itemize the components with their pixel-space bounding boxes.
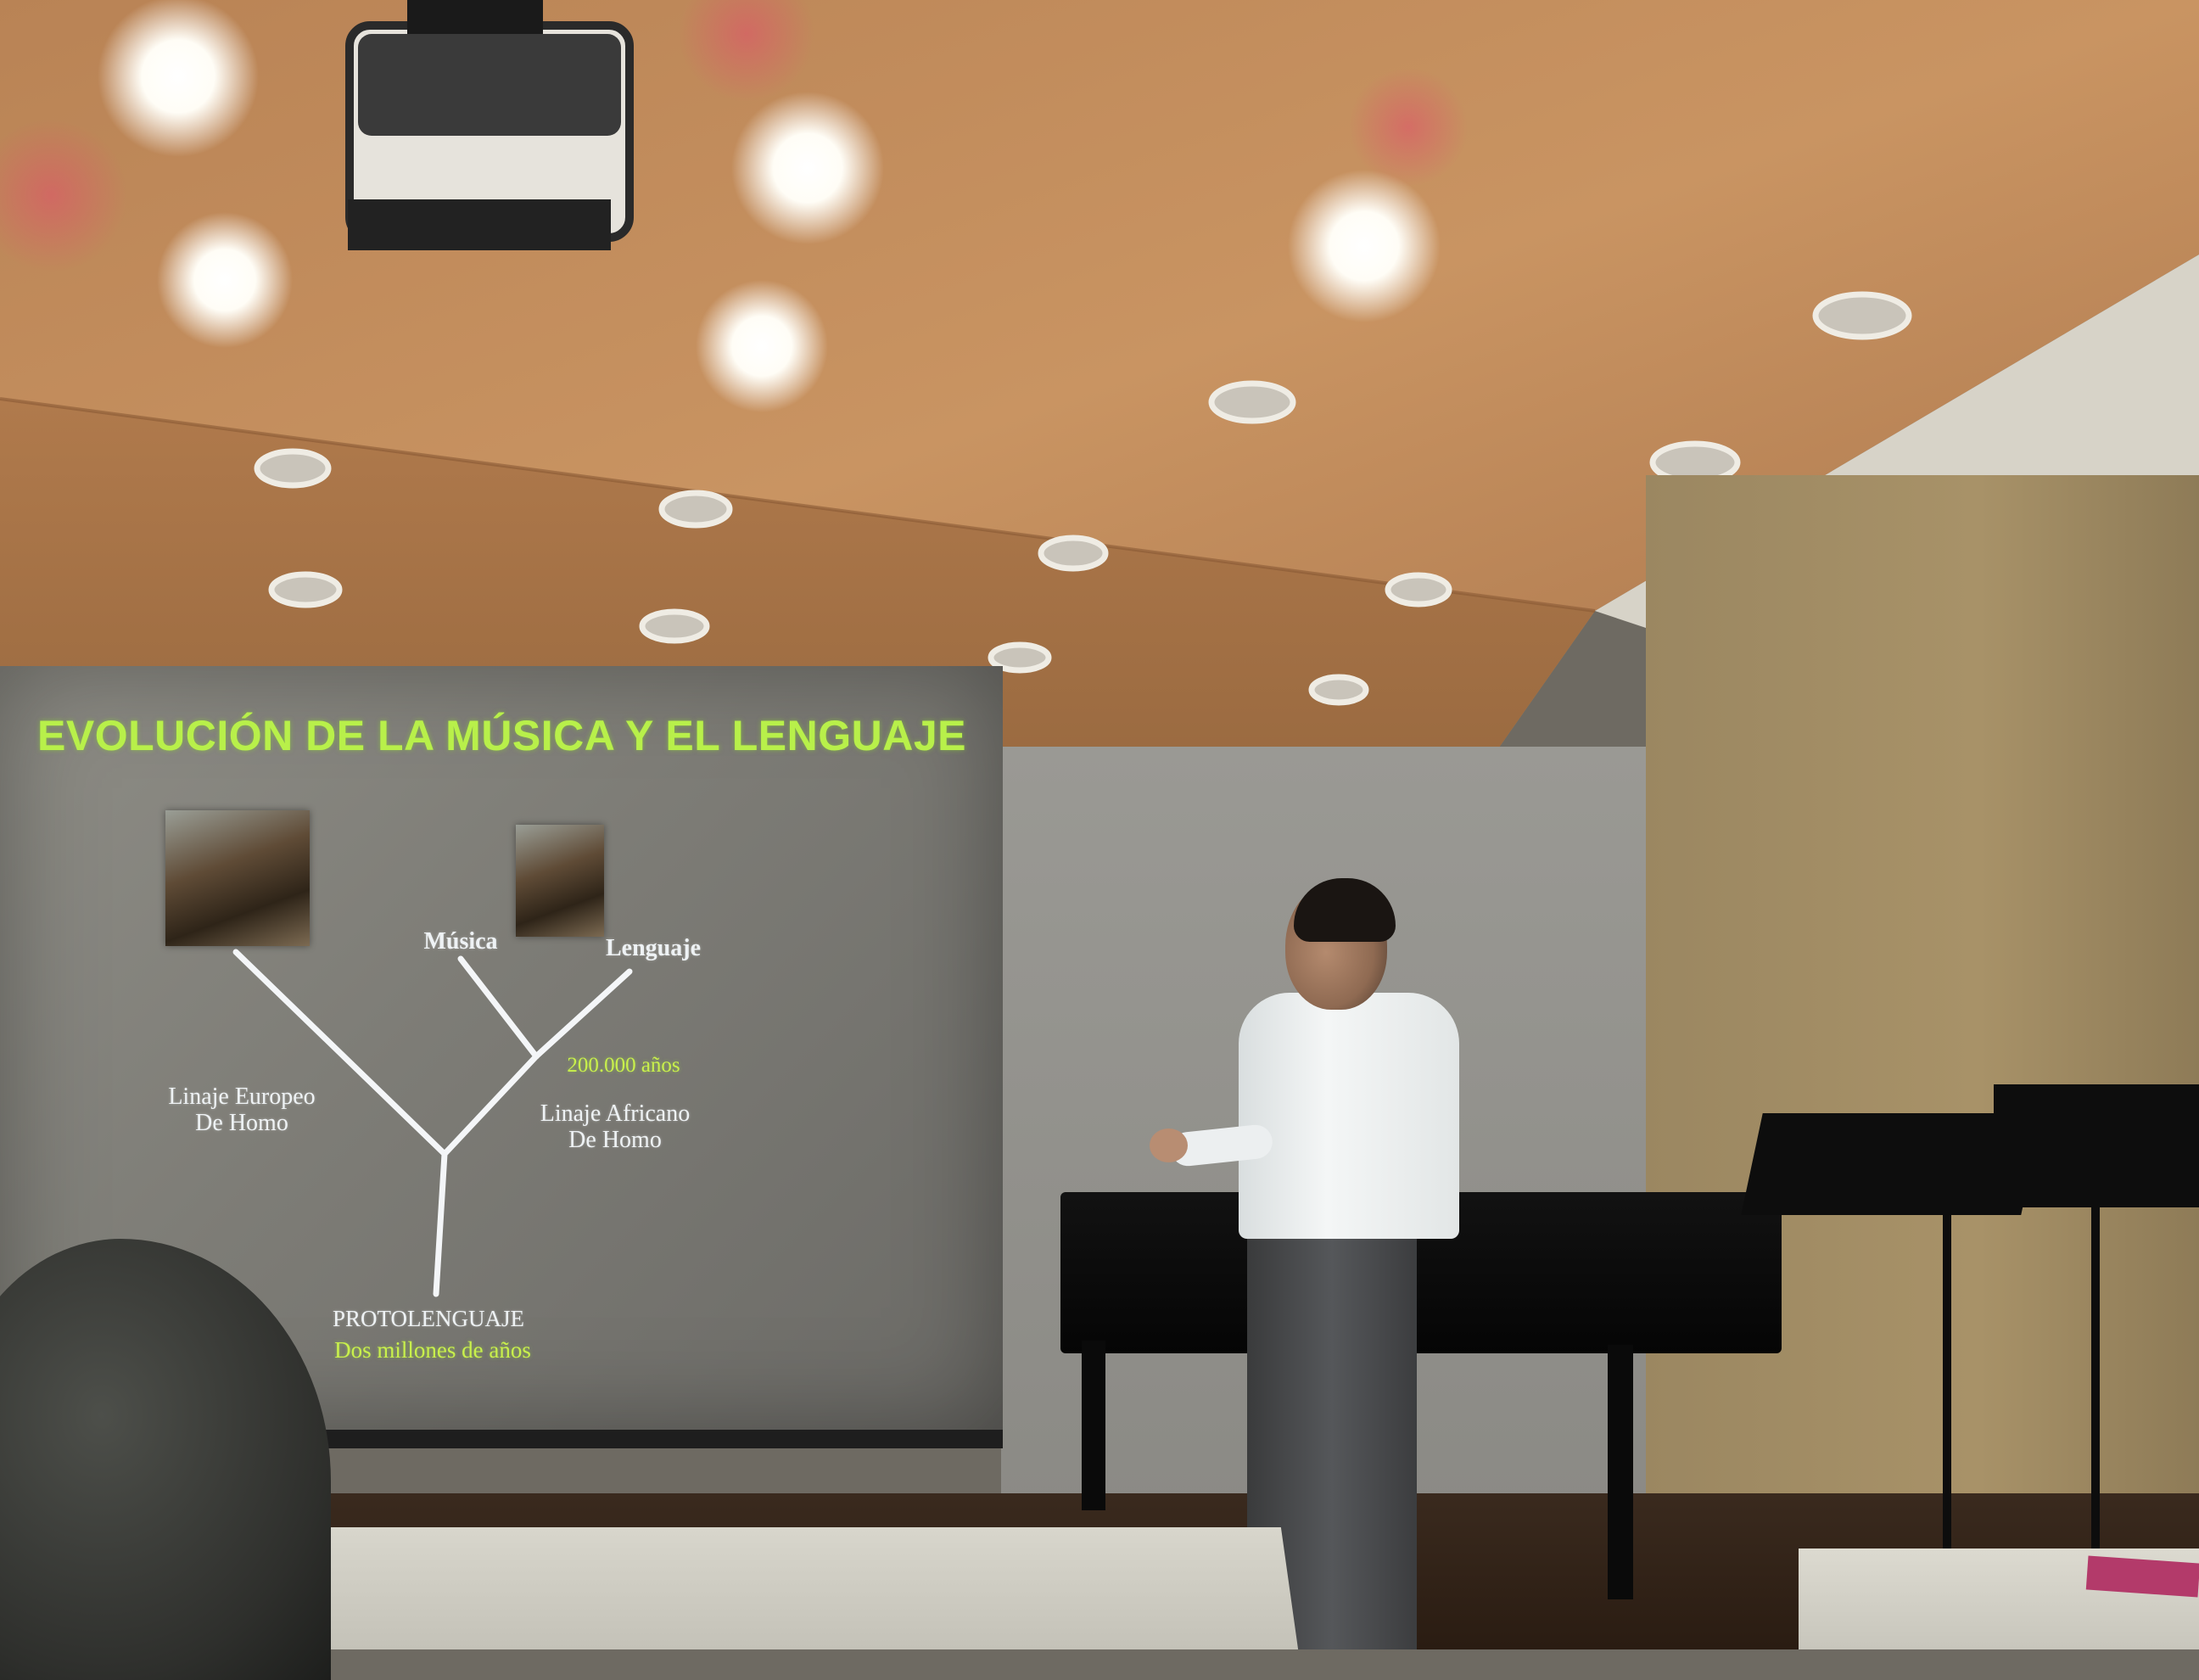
evolution-tree-diagram <box>232 949 633 1297</box>
label-200000-anos: 200.000 años <box>567 1054 680 1077</box>
speaker-shirt <box>1239 993 1459 1239</box>
label-musica: Música <box>423 928 498 955</box>
speaker-hand <box>1150 1128 1188 1162</box>
music-stand-pole <box>2091 1205 2100 1553</box>
wood-panel-wall <box>1646 475 2199 1649</box>
piano-leg <box>1608 1345 1633 1599</box>
label-linaje-europeo-line1: Linaje Europeo <box>168 1084 316 1110</box>
label-lenguaje: Lenguaje <box>606 935 701 961</box>
music-stand <box>1994 1084 2199 1207</box>
label-linaje-africano-line2: De Homo <box>568 1126 662 1153</box>
label-linaje-africano: Linaje Africano De Homo <box>509 1100 721 1154</box>
piano-leg <box>1082 1341 1105 1510</box>
music-stand-pole <box>1943 1213 1951 1553</box>
label-linaje-europeo-line2: De Homo <box>195 1109 288 1136</box>
label-linaje-africano-line1: Linaje Africano <box>540 1100 691 1127</box>
label-linaje-europeo: Linaje Europeo De Homo <box>136 1084 348 1137</box>
label-dos-millones: Dos millones de años <box>334 1337 531 1363</box>
label-protolenguaje: PROTOLENGUAJE <box>332 1306 524 1331</box>
front-table <box>288 1527 1299 1649</box>
